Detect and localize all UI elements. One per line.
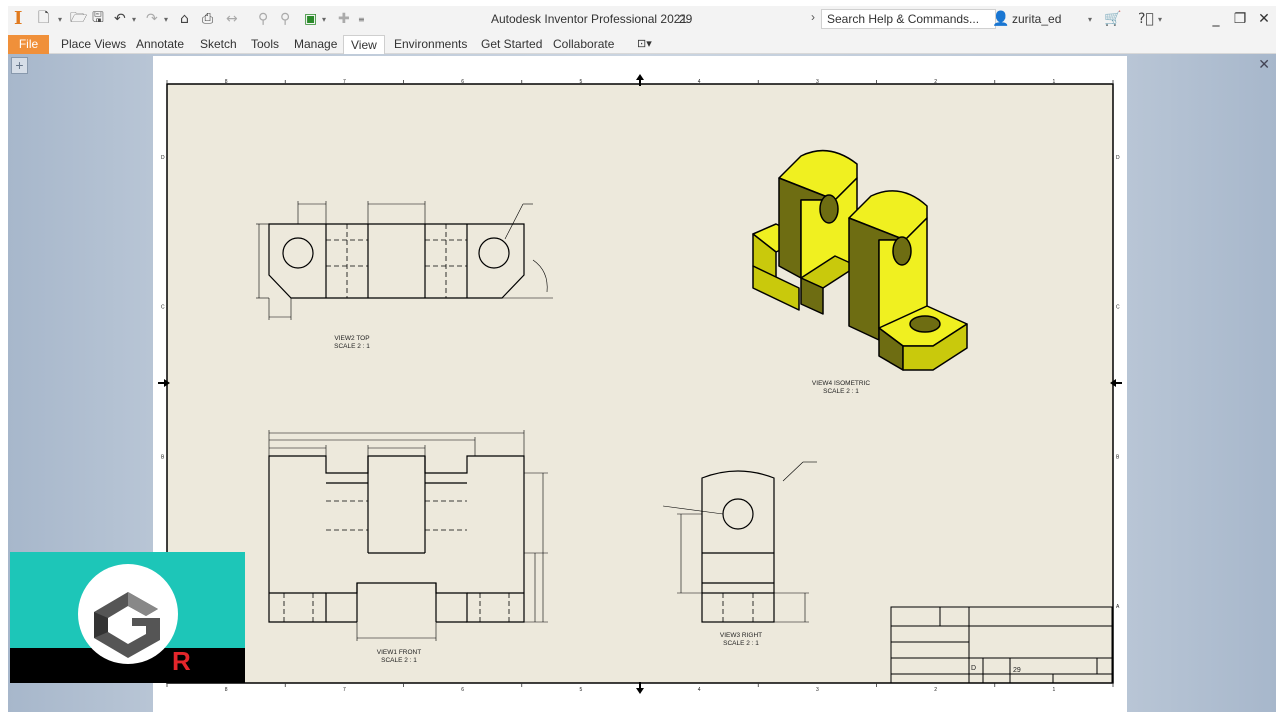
- tab-get-started[interactable]: Get Started: [474, 35, 549, 54]
- window-title: Autodesk Inventor Professional 2021: [491, 12, 688, 26]
- front-view-label: VIEW1 FRONT: [377, 649, 421, 656]
- top-view-label: VIEW2 TOP: [334, 335, 369, 342]
- new-document-tab-icon[interactable]: +: [11, 57, 28, 74]
- zone-number-label: 2: [934, 79, 937, 85]
- iso-view-label: VIEW4 ISOMETRIC: [812, 380, 870, 387]
- search-arrow-icon[interactable]: ›: [811, 10, 815, 24]
- channel-logo: R: [10, 552, 245, 683]
- zone-letter-label: C: [161, 305, 165, 311]
- zone-letter-label: B: [161, 454, 165, 460]
- ribbon-options-icon[interactable]: ⊡▾: [630, 35, 659, 54]
- help-caret-icon[interactable]: ▾: [1158, 9, 1162, 29]
- zone-number-label: 8: [225, 79, 228, 85]
- new-dropdown-caret-icon[interactable]: ▾: [58, 9, 62, 29]
- zone-number-label: 7: [343, 79, 346, 85]
- zone-letter-label: D: [161, 155, 165, 161]
- tab-sketch[interactable]: Sketch: [193, 35, 244, 54]
- ribbon-tab-bar: File Place Views Annotate Sketch Tools M…: [8, 32, 1276, 54]
- filter-icon[interactable]: ⚲: [280, 9, 290, 29]
- zone-letter-label: C: [1116, 305, 1120, 311]
- zone-number-label: 5: [579, 79, 582, 85]
- search-help-input[interactable]: Search Help & Commands...: [821, 9, 996, 29]
- logo-emblem: R: [78, 564, 191, 676]
- open-folder-icon[interactable]: 🗁: [70, 9, 87, 29]
- title-block-number: 29: [1013, 667, 1021, 674]
- zone-number-label: 3: [816, 687, 819, 693]
- select-icon[interactable]: ⚲: [258, 9, 268, 29]
- top-view-scale: SCALE 2 : 1: [334, 343, 370, 350]
- tab-manage[interactable]: Manage: [287, 35, 344, 54]
- file-tab[interactable]: File: [8, 35, 49, 54]
- user-icon[interactable]: 👤: [992, 9, 1009, 29]
- redo-caret-icon[interactable]: ▾: [164, 9, 168, 29]
- zone-number-label: 3: [816, 79, 819, 85]
- zone-number-label: 1: [1052, 79, 1055, 85]
- tab-view[interactable]: View: [343, 35, 385, 54]
- inventor-window: I 🗋 ▾ 🗁 🖫 ↶ ▾ ↷ ▾ ⌂ ⎙ ↔ ⚲ ⚲ ▣ ▾ ✚ ≡ Auto…: [0, 0, 1280, 720]
- front-view-scale: SCALE 2 : 1: [381, 657, 417, 664]
- help-icon[interactable]: ?⃝: [1138, 9, 1154, 29]
- home-icon[interactable]: ⌂: [180, 9, 189, 29]
- customize-toolbar-icon[interactable]: ≡: [358, 9, 365, 29]
- zone-letter-label: D: [1116, 155, 1120, 161]
- drawing-sheet[interactable]: 8877665544332211DDCCBBAA: [153, 56, 1127, 712]
- right-view-scale: SCALE 2 : 1: [723, 640, 759, 647]
- title-bar: I 🗋 ▾ 🗁 🖫 ↶ ▾ ↷ ▾ ⌂ ⎙ ↔ ⚲ ⚲ ▣ ▾ ✚ ≡ Auto…: [8, 6, 1276, 32]
- cart-icon[interactable]: 🛒: [1104, 9, 1121, 29]
- logo-letter-r: R: [172, 646, 191, 676]
- zone-number-label: 6: [461, 687, 464, 693]
- zone-number-label: 5: [579, 687, 582, 693]
- undo-icon[interactable]: ↶: [114, 9, 126, 29]
- update-icon[interactable]: ▣: [304, 9, 317, 29]
- print-icon[interactable]: ⎙: [202, 9, 213, 29]
- zone-number-label: 7: [343, 687, 346, 693]
- drawing-canvas[interactable]: 8877665544332211DDCCBBAA: [153, 56, 1127, 712]
- document-name: 29: [679, 12, 693, 26]
- zone-number-label: 4: [698, 79, 701, 85]
- iso-view-scale: SCALE 2 : 1: [823, 388, 859, 395]
- measure-icon[interactable]: ↔: [226, 9, 238, 29]
- undo-caret-icon[interactable]: ▾: [132, 9, 136, 29]
- add-icon[interactable]: ✚: [338, 9, 350, 29]
- zone-number-label: 4: [698, 687, 701, 693]
- tab-tools[interactable]: Tools: [244, 35, 286, 54]
- close-document-icon[interactable]: ✕: [1258, 57, 1270, 73]
- zone-letter-label: A: [1116, 604, 1120, 610]
- right-view-label: VIEW3 RIGHT: [720, 632, 762, 639]
- new-file-icon[interactable]: 🗋: [38, 9, 49, 29]
- zone-number-label: 8: [225, 687, 228, 693]
- update-caret-icon[interactable]: ▾: [322, 9, 326, 29]
- title-block-size: D: [971, 665, 976, 672]
- tab-place-views[interactable]: Place Views: [54, 35, 133, 54]
- close-button[interactable]: ✕: [1252, 8, 1276, 30]
- minimize-button[interactable]: _: [1204, 8, 1228, 30]
- inventor-logo-icon[interactable]: I: [14, 8, 28, 30]
- user-caret-icon[interactable]: ▾: [1088, 9, 1092, 29]
- user-name[interactable]: zurita_ed: [1012, 12, 1061, 26]
- tab-environments[interactable]: Environments: [387, 35, 474, 54]
- zone-number-label: 6: [461, 79, 464, 85]
- tab-annotate[interactable]: Annotate: [129, 35, 191, 54]
- zone-letter-label: B: [1116, 454, 1120, 460]
- zone-number-label: 1: [1052, 687, 1055, 693]
- tab-collaborate[interactable]: Collaborate: [546, 35, 621, 54]
- restore-button[interactable]: ❐: [1228, 8, 1252, 30]
- zone-number-label: 2: [934, 687, 937, 693]
- redo-icon[interactable]: ↷: [146, 9, 158, 29]
- save-icon[interactable]: 🖫: [92, 9, 104, 29]
- center-mark-bottom-icon: [636, 682, 644, 694]
